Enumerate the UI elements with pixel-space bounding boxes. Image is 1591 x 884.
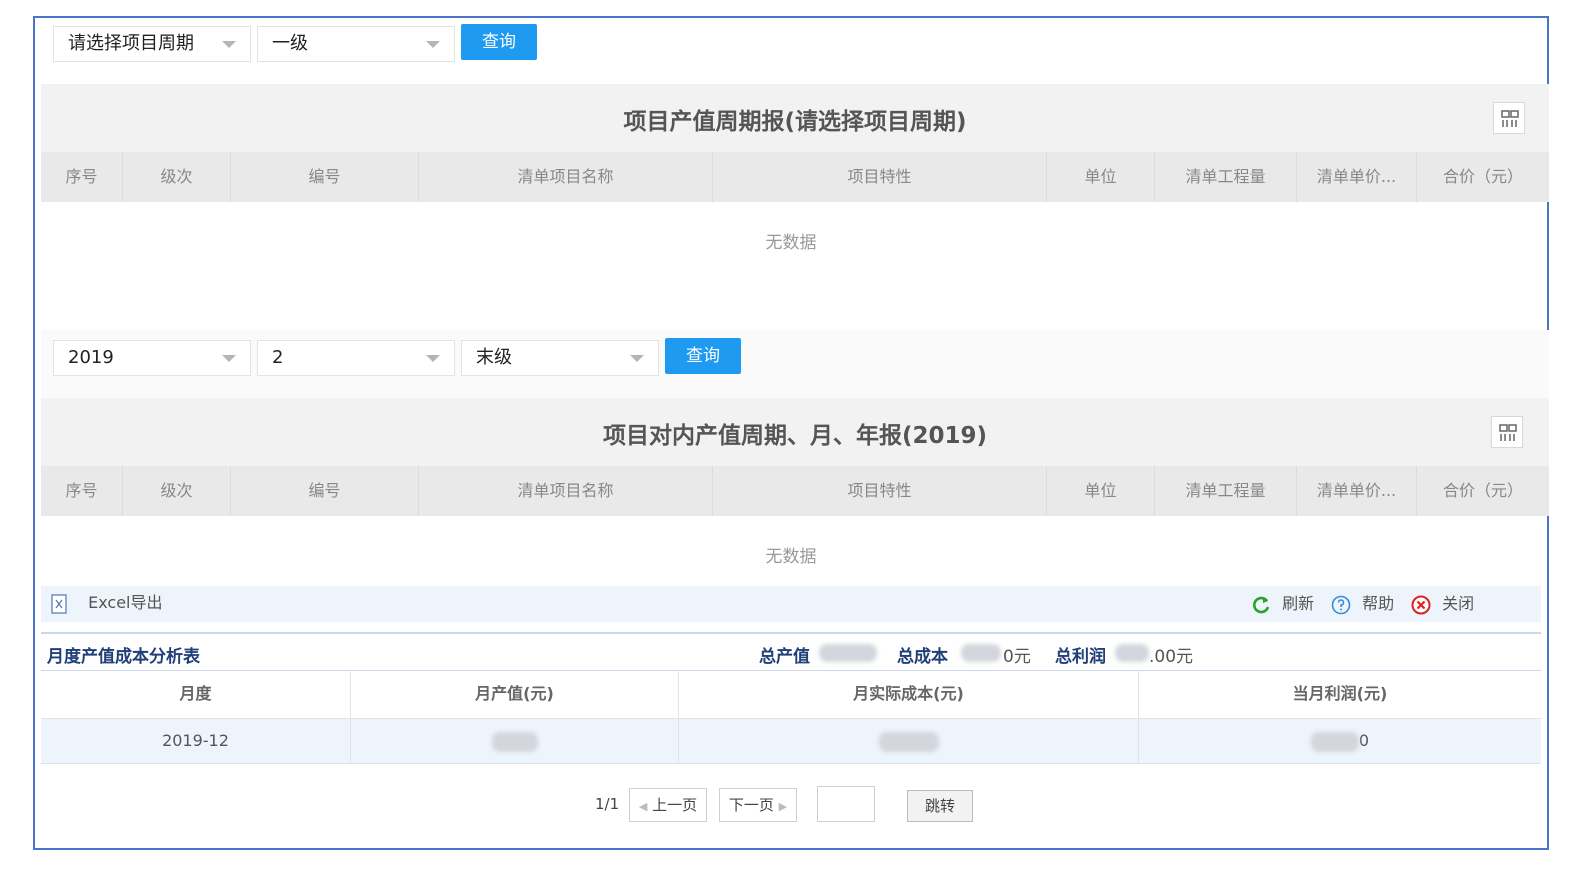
total-cost-label: 总成本 bbox=[897, 647, 948, 667]
query-button-1[interactable]: 查询 bbox=[461, 24, 537, 60]
table2-header-cell[interactable]: 清单工程量 bbox=[1155, 466, 1297, 516]
table1-header-cell[interactable]: 清单工程量 bbox=[1155, 152, 1297, 202]
close-label: 关闭 bbox=[1442, 594, 1475, 613]
month-profit-cell: 0 bbox=[1139, 719, 1541, 763]
project-cycle-select[interactable]: 请选择项目周期 bbox=[53, 26, 251, 62]
chevron-down-icon bbox=[222, 41, 236, 48]
table2-header-cell[interactable]: 合价（元） bbox=[1417, 466, 1549, 516]
chevron-left-icon: ◀ bbox=[638, 800, 648, 813]
month-cell: 2019-12 bbox=[41, 719, 351, 763]
table2-header-cell[interactable]: 级次 bbox=[123, 466, 231, 516]
next-page-button[interactable]: 下一页 ▶ bbox=[719, 788, 797, 822]
chevron-down-icon bbox=[426, 41, 440, 48]
table1-header-cell[interactable]: 清单单价... bbox=[1297, 152, 1417, 202]
total-output-label: 总产值 bbox=[759, 647, 810, 667]
jump-button[interactable]: 跳转 bbox=[907, 790, 973, 822]
columns-icon bbox=[1501, 110, 1519, 127]
total-cost-value-redacted bbox=[961, 644, 1001, 662]
monthly-table: 月度 月产值(元) 月实际成本(元) 当月利润(元) 2019-12 0 bbox=[41, 670, 1541, 764]
table1-title-bar: 项目产值周期报(请选择项目周期) bbox=[41, 84, 1549, 152]
project-cycle-select-value: 请选择项目周期 bbox=[68, 33, 194, 54]
period-select-value: 2 bbox=[272, 347, 284, 368]
table2-empty-text: 无数据 bbox=[765, 547, 817, 567]
redacted-value bbox=[1310, 731, 1359, 752]
prev-page-label: 上一页 bbox=[652, 796, 698, 814]
table2-header: 序号 级次 编号 清单项目名称 项目特性 单位 清单工程量 清单单价... 合价… bbox=[41, 466, 1549, 516]
table1-title: 项目产值周期报(请选择项目周期) bbox=[623, 109, 967, 135]
main-frame: 请选择项目周期 一级 查询 项目产值周期报(请选择项目周期) 序号 级次 编号 … bbox=[33, 16, 1549, 850]
level-select-2[interactable]: 末级 bbox=[461, 340, 659, 376]
level-select-1[interactable]: 一级 bbox=[257, 26, 455, 62]
redacted-value bbox=[878, 731, 939, 752]
month-cost-cell bbox=[679, 719, 1139, 763]
prev-page-button[interactable]: ◀ 上一页 bbox=[629, 788, 707, 822]
year-select-value: 2019 bbox=[68, 347, 114, 368]
column-settings-button-2[interactable] bbox=[1491, 416, 1523, 448]
redacted-value bbox=[491, 731, 538, 752]
table2-title: 项目对内产值周期、月、年报(2019) bbox=[602, 423, 988, 449]
month-output-cell bbox=[351, 719, 679, 763]
refresh-label: 刷新 bbox=[1282, 594, 1315, 613]
table1-header-cell[interactable]: 级次 bbox=[123, 152, 231, 202]
table1-header: 序号 级次 编号 清单项目名称 项目特性 单位 清单工程量 清单单价... 合价… bbox=[41, 152, 1549, 202]
table2-header-cell[interactable]: 项目特性 bbox=[713, 466, 1047, 516]
table2-title-bar: 项目对内产值周期、月、年报(2019) bbox=[41, 398, 1549, 466]
help-label: 帮助 bbox=[1362, 594, 1395, 613]
next-page-label: 下一页 bbox=[728, 796, 774, 814]
period-select[interactable]: 2 bbox=[257, 340, 455, 376]
monthly-header-cell: 当月利润(元) bbox=[1292, 684, 1388, 703]
total-profit-label: 总利润 bbox=[1055, 647, 1106, 667]
month-profit-suffix: 0 bbox=[1358, 731, 1370, 750]
column-settings-button-1[interactable] bbox=[1493, 102, 1525, 134]
excel-export-label: Excel导出 bbox=[88, 593, 163, 612]
refresh-icon bbox=[1253, 596, 1270, 613]
total-output-value-redacted bbox=[819, 644, 877, 662]
grid-toolbar: Excel导出 刷新 帮助 关闭 bbox=[41, 586, 1541, 622]
help-icon bbox=[1331, 595, 1351, 614]
year-select[interactable]: 2019 bbox=[53, 340, 251, 376]
monthly-header-cell: 月度 bbox=[41, 670, 351, 718]
excel-export-button[interactable]: Excel导出 bbox=[51, 593, 162, 614]
close-button[interactable]: 关闭 bbox=[1411, 594, 1474, 615]
table2-header-cell[interactable]: 清单项目名称 bbox=[419, 466, 713, 516]
refresh-button[interactable]: 刷新 bbox=[1251, 594, 1314, 615]
monthly-table-title: 月度产值成本分析表 bbox=[47, 647, 200, 667]
table1-header-cell[interactable]: 项目特性 bbox=[713, 152, 1047, 202]
table2-header-cell[interactable]: 单位 bbox=[1047, 466, 1155, 516]
table1-header-cell[interactable]: 清单项目名称 bbox=[419, 152, 713, 202]
chevron-down-icon bbox=[630, 355, 644, 362]
monthly-summary-bar: 月度产值成本分析表 总产值 总成本 0元 总利润 .00元 bbox=[41, 632, 1541, 671]
monthly-header-cell: 月实际成本(元) bbox=[679, 670, 1139, 718]
close-icon bbox=[1411, 595, 1431, 614]
total-profit-value-redacted bbox=[1115, 644, 1149, 662]
page-info: 1/1 bbox=[595, 795, 620, 813]
monthly-header-cell: 月产值(元) bbox=[351, 670, 679, 718]
level-select-2-value: 末级 bbox=[476, 347, 512, 368]
excel-icon bbox=[51, 593, 67, 614]
help-button[interactable]: 帮助 bbox=[1331, 594, 1394, 615]
monthly-table-header: 月度 月产值(元) 月实际成本(元) 当月利润(元) bbox=[41, 670, 1541, 719]
chevron-down-icon bbox=[426, 355, 440, 362]
table2-header-cell[interactable]: 序号 bbox=[41, 466, 123, 516]
table1-empty-text: 无数据 bbox=[765, 233, 817, 253]
total-profit-suffix: .00元 bbox=[1149, 647, 1194, 667]
total-cost-suffix: 0元 bbox=[1003, 647, 1031, 667]
query-button-2[interactable]: 查询 bbox=[665, 338, 741, 374]
table1-header-cell[interactable]: 序号 bbox=[41, 152, 123, 202]
table2-header-cell[interactable]: 清单单价... bbox=[1297, 466, 1417, 516]
table1-header-cell[interactable]: 单位 bbox=[1047, 152, 1155, 202]
columns-icon bbox=[1499, 424, 1517, 441]
page-number-input[interactable] bbox=[817, 786, 875, 822]
chevron-right-icon: ▶ bbox=[778, 800, 788, 813]
table-row[interactable]: 2019-12 0 bbox=[41, 719, 1541, 764]
table1-header-cell[interactable]: 合价（元） bbox=[1417, 152, 1549, 202]
table1-header-cell[interactable]: 编号 bbox=[231, 152, 419, 202]
level-select-1-value: 一级 bbox=[272, 33, 308, 54]
chevron-down-icon bbox=[222, 355, 236, 362]
table2-header-cell[interactable]: 编号 bbox=[231, 466, 419, 516]
